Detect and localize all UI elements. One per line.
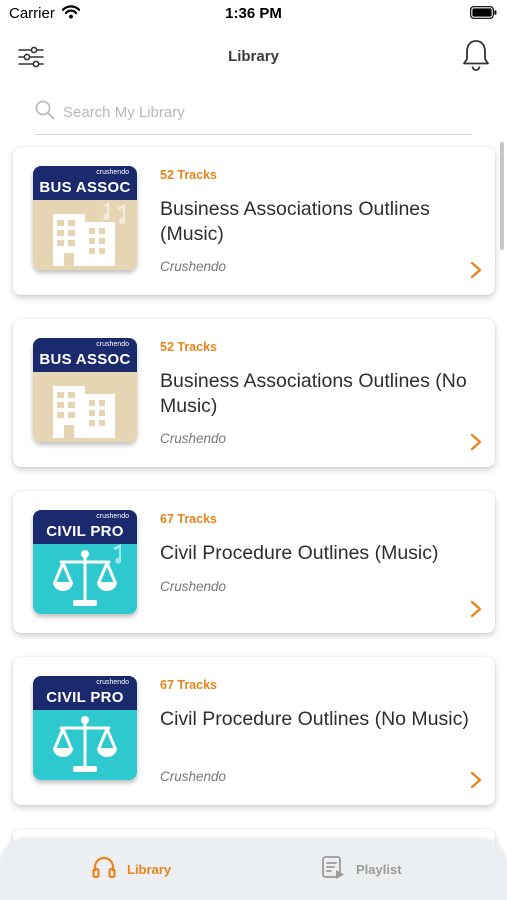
chevron-right-icon[interactable] — [469, 771, 483, 789]
library-card[interactable]: crushendo CIVIL PRO 67 Tracks Civil Proc… — [13, 657, 495, 805]
scrollbar[interactable] — [500, 142, 504, 250]
album-author: Crushendo — [160, 259, 227, 274]
chevron-right-icon[interactable] — [469, 433, 483, 451]
cover-band: crushendo CIVIL PRO — [33, 676, 137, 710]
album-cover: crushendo BUS ASSOC — [33, 166, 137, 270]
cover-label: BUS ASSOC — [39, 179, 131, 196]
cover-brand: crushendo — [96, 679, 129, 686]
library-card[interactable]: crushendo CIVIL PRO 67 Tracks Civil Proc… — [13, 491, 495, 633]
cover-label: CIVIL PRO — [46, 689, 124, 706]
library-card[interactable]: crushendo BUS ASSOC 52 Tracks Business A… — [13, 147, 495, 295]
tab-playlist[interactable]: Playlist — [320, 854, 402, 885]
app-header: Library — [0, 36, 507, 80]
cover-band: crushendo BUS ASSOC — [33, 338, 137, 372]
cover-brand: crushendo — [96, 169, 129, 176]
search-icon — [35, 100, 55, 125]
scales-icon — [33, 710, 137, 780]
cover-brand: crushendo — [96, 513, 129, 520]
cover-label: BUS ASSOC — [39, 351, 131, 368]
tab-library[interactable]: Library — [91, 856, 171, 882]
album-cover: crushendo CIVIL PRO — [33, 510, 137, 614]
cover-band: crushendo BUS ASSOC — [33, 166, 137, 200]
status-time: 1:36 PM — [225, 5, 282, 22]
album-title: Civil Procedure Outlines (Music) — [160, 542, 439, 564]
cover-brand: crushendo — [96, 341, 129, 348]
album-cover: crushendo CIVIL PRO — [33, 676, 137, 780]
library-screen: Carrier 1:36 PM Library Search My Librar… — [0, 0, 507, 900]
track-count: 52 Tracks — [160, 168, 217, 182]
page-title: Library — [228, 48, 279, 65]
search-input[interactable] — [63, 99, 463, 125]
album-title: Business Associations Outlines (No Music… — [160, 370, 467, 417]
track-count: 67 Tracks — [160, 678, 217, 692]
album-author: Crushendo — [160, 431, 227, 446]
chevron-right-icon[interactable] — [469, 600, 483, 618]
album-author: Crushendo — [160, 769, 227, 784]
album-title: Business Associations Outlines (Music) — [160, 198, 430, 245]
album-title: Civil Procedure Outlines (No Music) — [160, 708, 469, 730]
bell-icon[interactable] — [461, 38, 491, 72]
track-count: 67 Tracks — [160, 512, 217, 526]
library-card[interactable]: crushendo BUS ASSOC 52 Tracks Business A… — [13, 319, 495, 467]
scales-icon — [33, 544, 137, 614]
search-bar — [35, 95, 472, 135]
album-author: Crushendo — [160, 579, 227, 594]
tab-playlist-label: Playlist — [356, 861, 402, 877]
tab-bar: Library Playlist — [0, 838, 507, 900]
track-count: 52 Tracks — [160, 340, 217, 354]
cover-label: CIVIL PRO — [46, 523, 124, 540]
building-icon — [33, 200, 137, 270]
status-bar: Carrier 1:36 PM — [0, 0, 507, 30]
chevron-right-icon[interactable] — [469, 261, 483, 279]
battery-icon — [470, 6, 497, 24]
headphones-icon — [91, 854, 117, 885]
album-cover: crushendo BUS ASSOC — [33, 338, 137, 442]
playlist-icon — [320, 854, 346, 885]
tab-library-label: Library — [127, 861, 172, 877]
building-icon — [33, 372, 137, 442]
cover-band: crushendo CIVIL PRO — [33, 510, 137, 544]
